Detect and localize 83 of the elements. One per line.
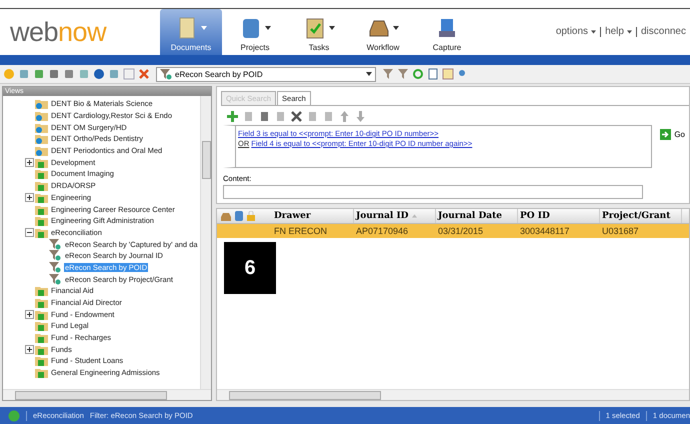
- content-field[interactable]: [223, 185, 643, 199]
- folder-icon: [35, 215, 48, 226]
- toolbar-icon[interactable]: [138, 68, 150, 80]
- nav-tab[interactable]: Projects: [224, 9, 286, 55]
- webnow-logo: webnow: [10, 16, 108, 48]
- column-header[interactable]: Drawer: [272, 209, 354, 223]
- header-link[interactable]: disconnec: [636, 27, 690, 37]
- caret-icon: [591, 30, 596, 34]
- toolbar-icon[interactable]: [63, 68, 75, 80]
- caret-icon: [329, 26, 335, 30]
- table-cell-text: 03/31/2015: [437, 225, 484, 238]
- header-link[interactable]: help: [600, 27, 636, 37]
- table-cell-text: AP07170946: [355, 225, 410, 238]
- funnel-icon: [49, 262, 62, 273]
- header-link[interactable]: options: [552, 27, 600, 37]
- caret-icon: [393, 26, 399, 30]
- folder-icon: [35, 367, 48, 378]
- funnel-icon: [49, 238, 62, 250]
- arrow-icon: [660, 129, 672, 140]
- caret-icon: [366, 72, 372, 76]
- folder-icon: [35, 204, 48, 215]
- folder-icon: [35, 226, 48, 238]
- column-header[interactable]: Project/Grant: [600, 209, 682, 223]
- toolbar-icon[interactable]: [93, 68, 105, 80]
- status-icon: [8, 410, 20, 422]
- scrollbar[interactable]: [217, 389, 689, 400]
- funnel-icon: [49, 274, 62, 285]
- toolbar-icon[interactable]: [382, 68, 394, 80]
- step-badge: 6: [224, 242, 276, 294]
- nav-tab[interactable]: Documents: [160, 9, 222, 55]
- nav-tab[interactable]: Workflow: [352, 9, 414, 55]
- folder-icon: [35, 308, 48, 320]
- scrollbar[interactable]: [3, 389, 211, 400]
- folder-icon: [35, 168, 48, 180]
- folder-icon: [35, 98, 48, 110]
- tray-icon: [221, 212, 231, 220]
- nav-tab[interactable]: Capture: [416, 9, 478, 55]
- expander-icon[interactable]: [25, 193, 34, 202]
- toolbar-icon[interactable]: [412, 68, 424, 80]
- binder-icon: [235, 211, 243, 221]
- funnel-icon: [160, 68, 172, 80]
- folder-icon: [35, 110, 48, 122]
- folder-icon: [35, 332, 48, 344]
- funnel-icon: [49, 250, 62, 262]
- column-header[interactable]: PO ID: [518, 209, 600, 223]
- criteria-tool-icon[interactable]: [259, 111, 270, 122]
- folder-icon: [35, 192, 48, 203]
- result-row[interactable]: FN ERECON AP07170946 03/31/2015 3003448117 U031687: [217, 224, 689, 238]
- folder-icon: [35, 355, 48, 366]
- folder-icon: [35, 156, 48, 168]
- expander-icon[interactable]: [25, 344, 34, 354]
- column-header[interactable]: Journal Date: [436, 209, 518, 223]
- go-button[interactable]: Go: [660, 129, 685, 140]
- nav-tab[interactable]: Tasks: [288, 9, 350, 55]
- folder-icon: [35, 122, 48, 133]
- table-cell-text: U031687: [601, 225, 640, 238]
- caret-icon: [626, 30, 632, 34]
- expander-icon[interactable]: [25, 158, 34, 167]
- folder-icon: [35, 297, 48, 308]
- folder-icon: [35, 344, 48, 355]
- table-cell-text: FN ERECON: [273, 225, 328, 238]
- sort-icon: [412, 214, 416, 218]
- toolbar-icon[interactable]: [397, 68, 409, 80]
- table-cell-text: 3003448117: [519, 225, 570, 238]
- folder-icon: [35, 133, 48, 144]
- toolbar-icon[interactable]: [48, 68, 60, 80]
- expander-icon[interactable]: [25, 228, 34, 238]
- lock-icon: [247, 211, 255, 221]
- caret-icon: [265, 26, 271, 30]
- folder-icon: [35, 285, 48, 296]
- scrollbar[interactable]: [200, 96, 211, 389]
- criteria-tool-icon[interactable]: [227, 111, 238, 122]
- toolbar-icon[interactable]: [442, 68, 454, 80]
- folder-icon: [35, 320, 48, 332]
- toolbar-icon[interactable]: [33, 68, 45, 80]
- folder-icon: [35, 145, 48, 156]
- expander-icon[interactable]: [25, 310, 34, 319]
- search-select[interactable]: eRecon Search by POID: [156, 66, 376, 82]
- folder-icon: [35, 180, 48, 192]
- toolbar-icon[interactable]: [427, 68, 439, 80]
- column-header[interactable]: Journal ID: [354, 209, 436, 223]
- criteria-tool-icon[interactable]: [291, 111, 302, 122]
- caret-icon: [201, 26, 207, 30]
